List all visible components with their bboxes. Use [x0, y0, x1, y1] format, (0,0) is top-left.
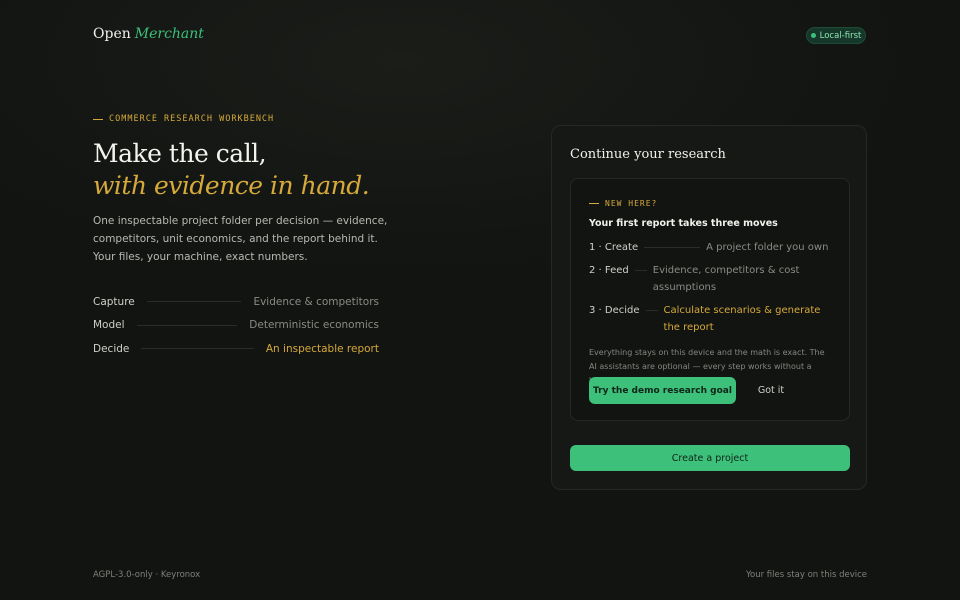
divider	[136, 324, 238, 326]
card-title: Continue your research	[570, 147, 726, 162]
step-value: Deterministic economics	[249, 319, 379, 332]
hero-step-decide: Decide An inspectable report	[93, 337, 379, 361]
onboarding-panel: NEW HERE? Your first report takes three …	[570, 178, 850, 421]
brand-logo: Open Merchant	[93, 26, 204, 42]
onboarding-moves: 1 · Create A project folder you own 2 · …	[589, 239, 833, 342]
divider	[146, 301, 242, 303]
divider	[634, 270, 647, 271]
move-decide: 3 · Decide Calculate scenarios & generat…	[589, 302, 833, 336]
step-key: Model	[93, 319, 125, 332]
local-first-badge: Local-first	[806, 27, 866, 44]
divider	[644, 247, 701, 248]
move-key: 1 · Create	[589, 242, 639, 253]
step-key: Capture	[93, 295, 135, 308]
onboarding-eyebrow: NEW HERE?	[589, 199, 657, 208]
step-key: Decide	[93, 342, 130, 355]
step-value: An inspectable report	[265, 342, 379, 355]
move-key: 3 · Decide	[589, 305, 640, 316]
hero-step-capture: Capture Evidence & competitors	[93, 290, 379, 314]
got-it-button[interactable]: Got it	[747, 377, 795, 404]
hero-step-model: Model Deterministic economics	[93, 314, 379, 338]
hero-eyebrow: COMMERCE RESEARCH WORKBENCH	[93, 114, 274, 124]
continue-research-card: Continue your research NEW HERE? Your fi…	[551, 125, 867, 490]
move-key: 2 · Feed	[589, 265, 629, 276]
hero-title-line1: Make the call,	[93, 139, 267, 168]
move-value: A project folder you own	[706, 242, 829, 253]
move-value: Evidence, competitors & cost assumptions	[652, 265, 800, 293]
onboarding-subtitle: Your first report takes three moves	[589, 218, 778, 229]
status-dot-icon	[810, 33, 816, 38]
footer-privacy: Your files stay on this device	[745, 570, 867, 580]
brand-merchant: Merchant	[134, 26, 204, 42]
badge-label: Local-first	[819, 30, 862, 41]
move-feed: 2 · Feed Evidence, competitors & cost as…	[589, 262, 833, 296]
dash-icon	[93, 118, 103, 120]
brand-open: Open	[93, 26, 131, 42]
hero-eyebrow-text: COMMERCE RESEARCH WORKBENCH	[109, 114, 275, 124]
step-value: Evidence & competitors	[253, 295, 379, 308]
try-demo-button[interactable]: Try the demo research goal	[589, 377, 736, 404]
create-project-button[interactable]: Create a project	[570, 445, 850, 471]
hero-steps: Capture Evidence & competitors Model Det…	[93, 290, 379, 361]
footer-license: AGPL-3.0-only · Keyronox	[93, 570, 201, 580]
divider	[645, 310, 658, 311]
move-value: Calculate scenarios & generate the repor…	[663, 305, 821, 333]
hero-title: Make the call, with evidence in hand.	[93, 138, 370, 202]
divider	[141, 348, 254, 350]
onboarding-eyebrow-text: NEW HERE?	[605, 199, 658, 208]
hero-title-line2: with evidence in hand.	[93, 171, 370, 200]
dash-icon	[589, 203, 599, 204]
hero-lede: One inspectable project folder per decis…	[93, 215, 388, 263]
move-create: 1 · Create A project folder you own	[589, 239, 833, 256]
